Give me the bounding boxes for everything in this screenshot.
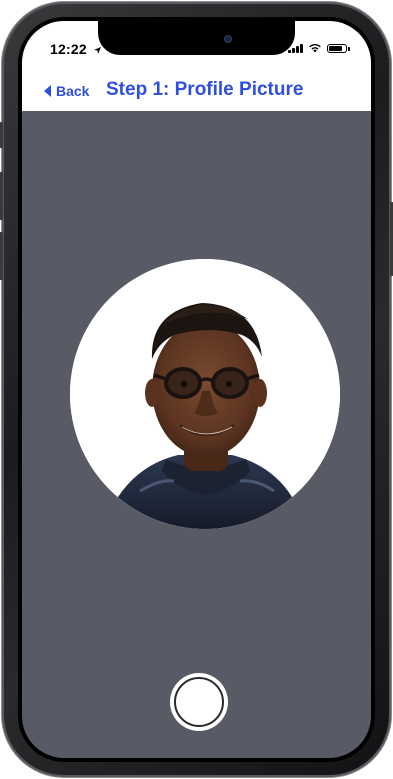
notch (98, 21, 295, 55)
shutter-button-icon (174, 677, 224, 727)
status-time: 12:22 (50, 41, 102, 57)
screen: 12:22 Back Step 1: Profile Picture (22, 21, 371, 758)
header: 12:22 Back Step 1: Profile Picture (22, 21, 371, 111)
silent-switch (0, 122, 3, 148)
volume-down-button (0, 232, 3, 280)
navigation-bar: Back Step 1: Profile Picture (22, 75, 371, 109)
battery-icon (327, 44, 350, 53)
phone-frame: 12:22 Back Step 1: Profile Picture (0, 2, 393, 777)
wifi-icon (309, 43, 321, 53)
back-button[interactable]: Back (44, 83, 89, 99)
back-button-label: Back (56, 83, 90, 99)
location-arrow-icon (93, 46, 102, 54)
profile-photo-preview (70, 259, 340, 529)
volume-up-button (0, 172, 3, 220)
battery-level (329, 46, 342, 51)
shutter-button[interactable] (170, 673, 228, 731)
person-photo (70, 259, 340, 529)
phone-bezel: 12:22 Back Step 1: Profile Picture (18, 17, 375, 762)
front-camera-icon (224, 35, 232, 43)
page-title: Step 1: Profile Picture (106, 79, 304, 100)
status-icons (288, 43, 350, 53)
chevron-left-icon (44, 85, 51, 97)
cellular-signal-icon (288, 43, 303, 53)
status-time-text: 12:22 (50, 41, 87, 57)
